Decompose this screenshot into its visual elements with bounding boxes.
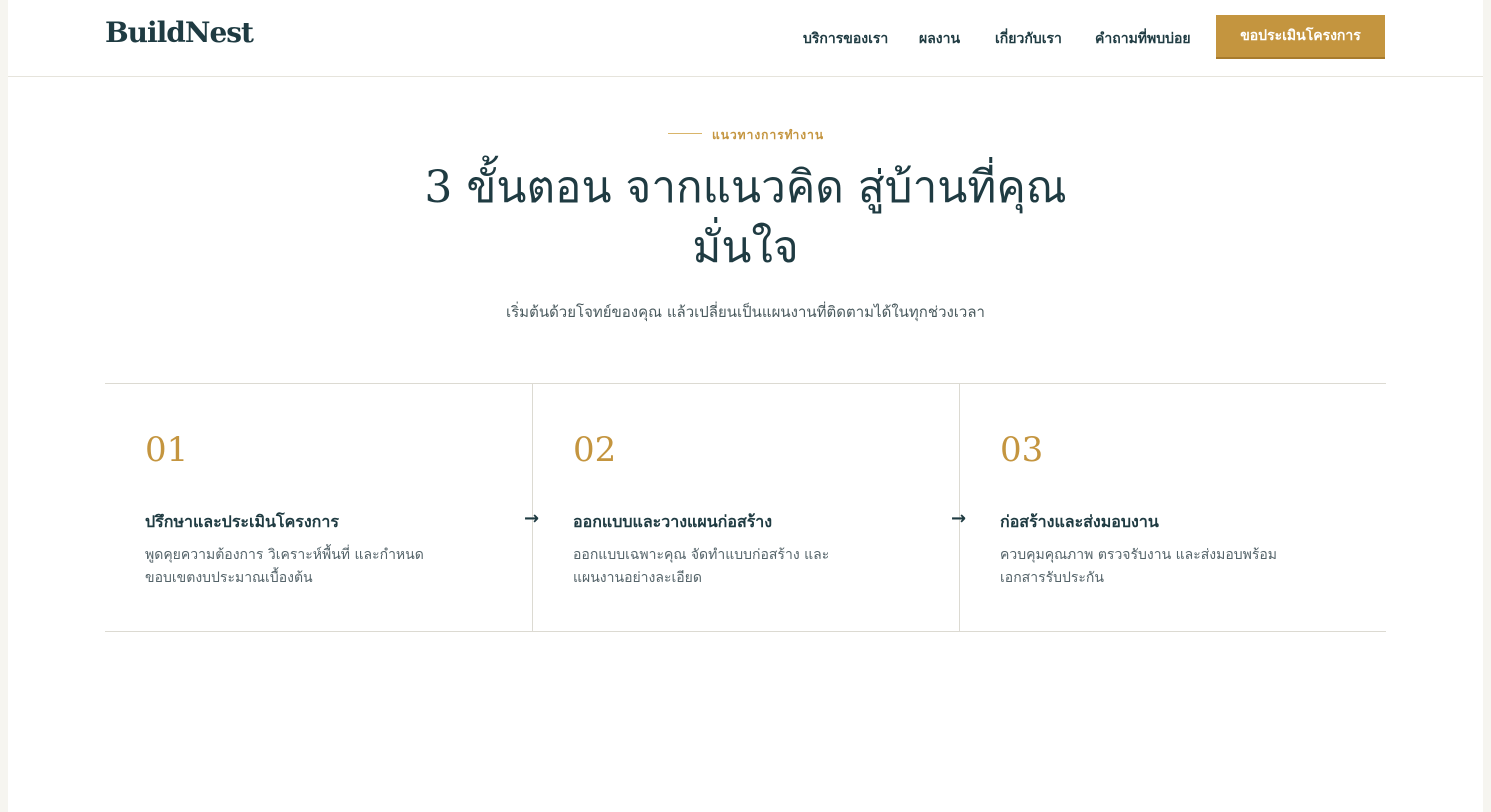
nav-link-faq[interactable]: คำถามที่พบบ่อย [1095,28,1191,50]
step-title: ก่อสร้างและส่งมอบงาน [1000,512,1159,531]
step-title: ออกแบบและวางแผนก่อสร้าง [573,512,773,531]
step-title: ปรึกษาและประเมินโครงการ [145,512,339,531]
nav-link-about[interactable]: เกี่ยวกับเรา [995,28,1062,50]
step-card: 01 ปรึกษาและประเมินโครงการ พูดคุยความต้อ… [105,384,532,631]
header: BuildNest บริการของเรา ผลงาน เกี่ยวกับเร… [8,0,1483,77]
eyebrow-divider [668,133,702,134]
section-subtitle: เริ่มต้นด้วยโจทย์ของคุณ แล้วเปลี่ยนเป็นแ… [506,303,985,321]
arrow-right-icon: → [524,508,540,529]
section-title-line-1: 3 ขั้นตอน จากแนวคิด สู่บ้านที่คุณ [424,162,1067,213]
nav-link-portfolio[interactable]: ผลงาน [919,28,960,50]
arrow-right-icon: → [951,508,967,529]
section-title: 3 ขั้นตอน จากแนวคิด สู่บ้านที่คุณ มั่นใจ [8,158,1483,278]
step-card: 02 ออกแบบและวางแผนก่อสร้าง ออกแบบเฉพาะคุ… [532,384,959,631]
nav-link-services[interactable]: บริการของเรา [803,28,888,50]
step-description: ควบคุมคุณภาพ ตรวจรับงาน และส่งมอบพร้อมเอ… [1000,547,1278,586]
steps-list: 01 ปรึกษาและประเมินโครงการ พูดคุยความต้อ… [105,383,1386,632]
request-assessment-button[interactable]: ขอประเมินโครงการ [1216,15,1385,59]
logo[interactable]: BuildNest [105,16,254,49]
step-number: 03 [1000,430,1044,470]
page: BuildNest บริการของเรา ผลงาน เกี่ยวกับเร… [8,0,1483,812]
step-number: 02 [573,430,617,470]
step-card: 03 ก่อสร้างและส่งมอบงาน ควบคุมคุณภาพ ตรว… [959,384,1386,631]
section-eyebrow: แนวทางการทำงาน [712,128,825,142]
step-description: พูดคุยความต้องการ วิเคราะห์พื้นที่ และกำ… [145,547,424,586]
step-number: 01 [145,430,189,470]
section-title-line-2: มั่นใจ [692,222,799,273]
step-description: ออกแบบเฉพาะคุณ จัดทำแบบก่อสร้าง และแผนงา… [573,547,830,586]
